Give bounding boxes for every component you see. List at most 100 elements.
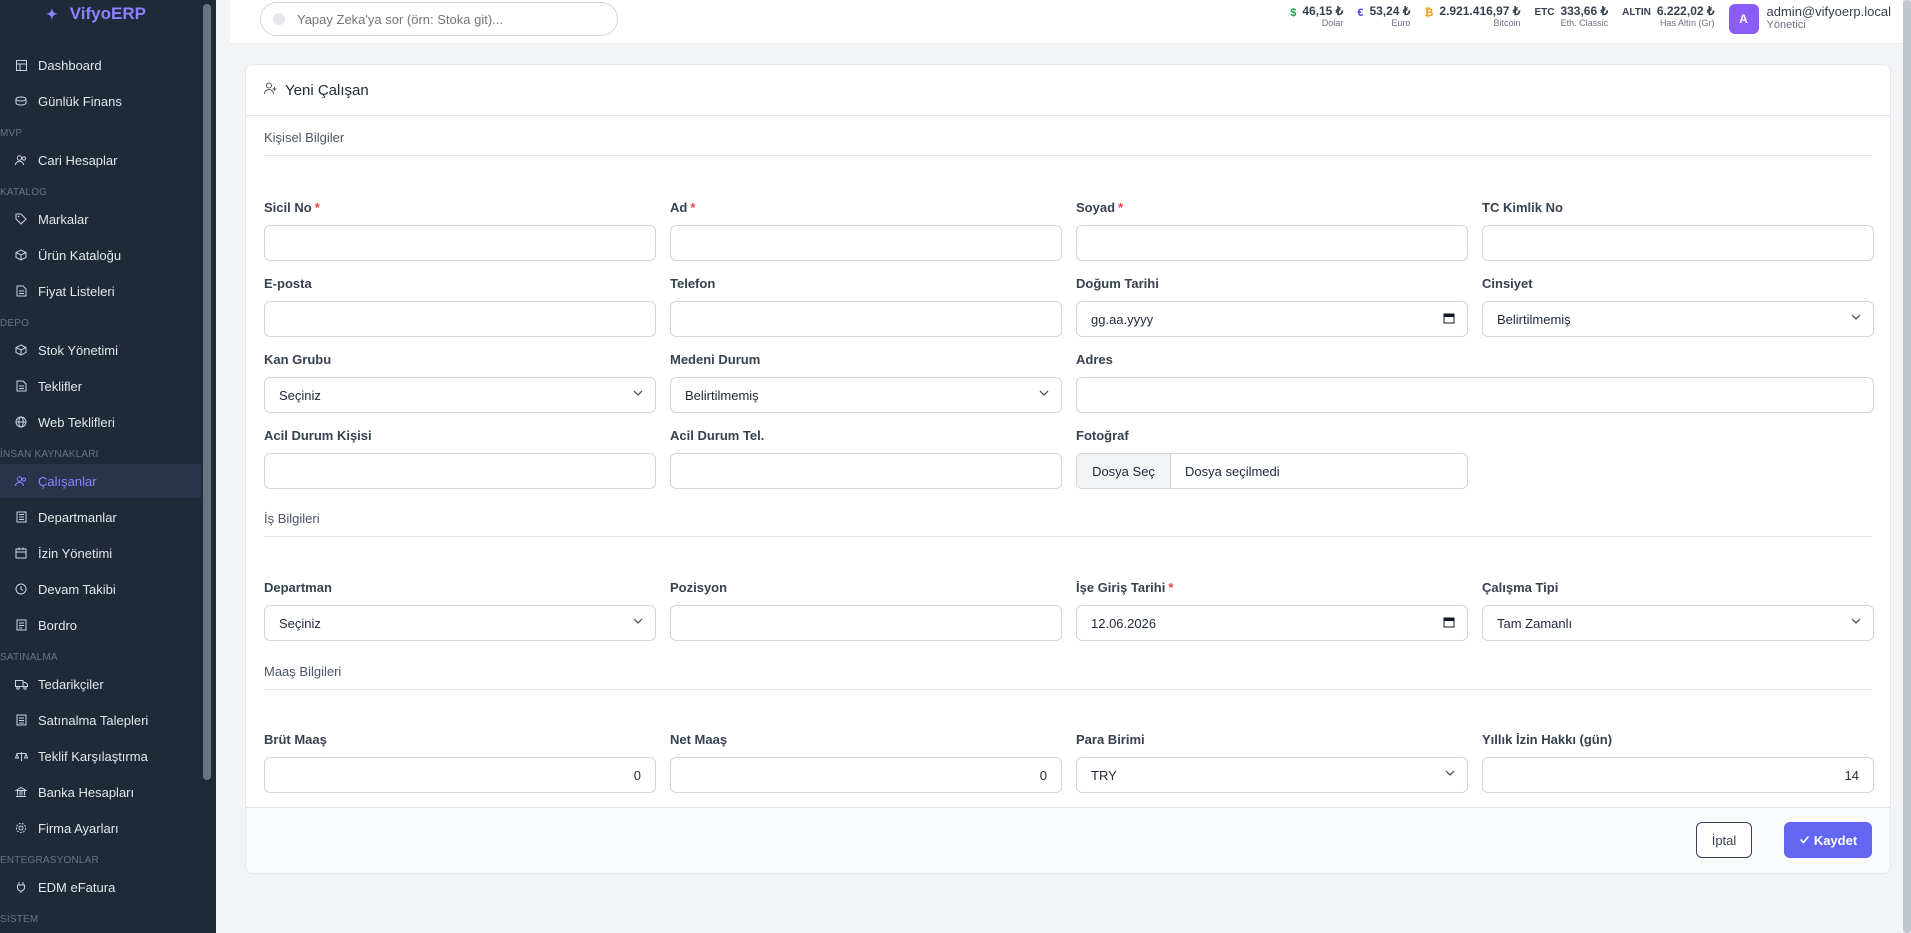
cinsiyet-select[interactable]: Belirtilmemiş bbox=[1482, 301, 1874, 337]
sicil-no-input[interactable] bbox=[264, 225, 656, 261]
required-mark: * bbox=[1168, 580, 1174, 595]
sidebar-item-gunluk-finans[interactable]: Günlük Finans bbox=[0, 84, 201, 118]
izin-label: Yıllık İzin Hakkı (gün) bbox=[1482, 732, 1613, 747]
sidebar-section-insan-kaynaklari: İNSAN KAYNAKLARI bbox=[0, 449, 99, 460]
telefon-label: Telefon bbox=[670, 276, 716, 291]
topbar: $ 46,15 ₺Dolar € 53,24 ₺Euro ₿ 2.921.416… bbox=[230, 0, 1911, 44]
sidebar-item-label: Bordro bbox=[38, 617, 78, 633]
calendar-icon[interactable] bbox=[1443, 312, 1455, 327]
ai-search-input[interactable] bbox=[297, 11, 597, 27]
adres-label: Adres bbox=[1076, 352, 1113, 367]
pozisyon-label: Pozisyon bbox=[670, 580, 728, 595]
sidebar-item-label: Fiyat Listeleri bbox=[38, 283, 115, 299]
eposta-input[interactable] bbox=[264, 301, 656, 337]
sidebar-item-firma-ayarlari[interactable]: Firma Ayarları bbox=[0, 811, 201, 845]
sidebar-item-markalar[interactable]: Markalar bbox=[0, 202, 201, 236]
sidebar-item-satinalma-talepleri[interactable]: Satınalma Talepleri bbox=[0, 703, 201, 737]
chevron-down-icon bbox=[633, 616, 643, 626]
telefon-input[interactable] bbox=[670, 301, 1062, 337]
cancel-button[interactable]: İptal bbox=[1696, 822, 1752, 858]
choose-file-button[interactable]: Dosya Seç bbox=[1077, 454, 1171, 488]
foto-label: Fotoğraf bbox=[1076, 428, 1129, 443]
page-scrollbar[interactable] bbox=[1903, 0, 1911, 933]
globe-icon bbox=[14, 415, 28, 429]
chevron-down-icon bbox=[1851, 312, 1861, 322]
sidebar-item-web-teklifleri[interactable]: Web Teklifleri bbox=[0, 405, 201, 439]
sidebar-item-calisanlar[interactable]: Çalışanlar bbox=[0, 464, 201, 498]
sparkle-icon: ✦ bbox=[46, 5, 58, 22]
save-button[interactable]: Kaydet bbox=[1784, 822, 1872, 858]
sidebar-item-bordro[interactable]: Bordro bbox=[0, 608, 201, 642]
sidebar-item-fiyat-listeleri[interactable]: Fiyat Listeleri bbox=[0, 274, 201, 308]
sidebar-section-depo: DEPO bbox=[0, 318, 30, 329]
calendar-icon[interactable] bbox=[1443, 616, 1455, 631]
sidebar-section-sistem: SİSTEM bbox=[0, 914, 39, 925]
user-menu[interactable]: A admin@vifyoerp.local Yönetici bbox=[1728, 4, 1891, 34]
net-label: Net Maaş bbox=[670, 732, 728, 747]
sicil-no-label: Sicil No * bbox=[264, 200, 320, 215]
sidebar-item-teklifler[interactable]: Teklifler bbox=[0, 369, 201, 403]
net-input[interactable]: 0 bbox=[670, 757, 1062, 793]
sidebar-scrollbar[interactable] bbox=[203, 4, 211, 780]
sidebar-item-stok-yonetimi[interactable]: Stok Yönetimi bbox=[0, 333, 201, 367]
departman-select[interactable]: Seçiniz bbox=[264, 605, 656, 641]
tc-input[interactable] bbox=[1482, 225, 1874, 261]
page-scrollbar-thumb[interactable] bbox=[1903, 0, 1911, 933]
calendar-icon bbox=[14, 546, 28, 560]
scale-icon bbox=[14, 749, 28, 763]
rate-bitcoin: ₿ 2.921.416,97 ₺ Bitcoin bbox=[1424, 4, 1520, 28]
calisma-select[interactable]: Tam Zamanlı bbox=[1482, 605, 1874, 641]
acil-tel-input[interactable] bbox=[670, 453, 1062, 489]
section-divider bbox=[264, 689, 1872, 690]
sidebar-item-urun-katalogu[interactable]: Ürün Kataloğu bbox=[0, 238, 201, 272]
pozisyon-input[interactable] bbox=[670, 605, 1062, 641]
ise-giris-date-input[interactable]: 12.06.2026 bbox=[1076, 605, 1468, 641]
medeni-value: Belirtilmemiş bbox=[685, 387, 759, 403]
sidebar-item-label: Çalışanlar bbox=[38, 473, 97, 489]
sidebar-item-label: Tedarikçiler bbox=[38, 676, 104, 692]
ad-input[interactable] bbox=[670, 225, 1062, 261]
soyad-label: Soyad * bbox=[1076, 200, 1124, 215]
sidebar-item-teklif-karsilastirma[interactable]: Teklif Karşılaştırma bbox=[0, 739, 201, 773]
finance-icon bbox=[14, 94, 28, 108]
adres-input[interactable] bbox=[1076, 377, 1874, 413]
dogum-date-input[interactable]: gg.aa.yyyy bbox=[1076, 301, 1468, 337]
ise-giris-value: 12.06.2026 bbox=[1091, 615, 1157, 631]
cinsiyet-value: Belirtilmemiş bbox=[1497, 311, 1571, 327]
sidebar-item-dashboard[interactable]: Dashboard bbox=[0, 48, 201, 82]
box-icon bbox=[14, 248, 28, 262]
rate-label: Bitcoin bbox=[1493, 18, 1521, 28]
medeni-select[interactable]: Belirtilmemiş bbox=[670, 377, 1062, 413]
sidebar-section-mvp: MVP bbox=[0, 128, 23, 139]
ai-search-box[interactable] bbox=[260, 2, 618, 36]
payroll-icon bbox=[14, 618, 28, 632]
ai-icon bbox=[273, 13, 285, 25]
sidebar-item-cari-hesaplar[interactable]: Cari Hesaplar bbox=[0, 143, 201, 177]
rate-value: 2.921.416,97 ₺ bbox=[1439, 4, 1521, 18]
sidebar-section-entegrasyonlar: ENTEGRASYONLAR bbox=[0, 855, 99, 866]
kan-select[interactable]: Seçiniz bbox=[264, 377, 656, 413]
izin-input[interactable]: 14 bbox=[1482, 757, 1874, 793]
sidebar-item-label: Departmanlar bbox=[38, 509, 117, 525]
brut-label: Brüt Maaş bbox=[264, 732, 327, 747]
building-icon bbox=[14, 510, 28, 524]
para-select[interactable]: TRY bbox=[1076, 757, 1468, 793]
sidebar-item-banka-hesaplari[interactable]: Banka Hesapları bbox=[0, 775, 201, 809]
sidebar-item-departmanlar[interactable]: Departmanlar bbox=[0, 500, 201, 534]
avatar[interactable]: A bbox=[1728, 4, 1759, 34]
rate-altin: ALTIN 6.222,02 ₺ Has Altın (Gr) bbox=[1622, 4, 1714, 28]
brut-input[interactable]: 0 bbox=[264, 757, 656, 793]
brand-logo[interactable]: ✦ VifyoERP bbox=[46, 3, 146, 25]
check-icon bbox=[1799, 833, 1810, 848]
sidebar-item-izin-yonetimi[interactable]: İzin Yönetimi bbox=[0, 536, 201, 570]
soyad-input[interactable] bbox=[1076, 225, 1468, 261]
sidebar-item-devam-takibi[interactable]: Devam Takibi bbox=[0, 572, 201, 606]
acil-kisi-input[interactable] bbox=[264, 453, 656, 489]
sidebar-item-tedarikciler[interactable]: Tedarikçiler bbox=[0, 667, 201, 701]
sidebar-item-edm-efatura[interactable]: EDM eFatura bbox=[0, 870, 201, 904]
rate-value: 6.222,02 ₺ bbox=[1656, 4, 1715, 18]
sidebar-item-label: Satınalma Talepleri bbox=[38, 712, 149, 728]
foto-file-input[interactable]: Dosya Seç Dosya seçilmedi bbox=[1076, 453, 1468, 489]
rate-dolar: $ 46,15 ₺ Dolar bbox=[1290, 4, 1343, 28]
rate-etc: ETC 333,66 ₺ Eth. Classic bbox=[1534, 4, 1608, 28]
